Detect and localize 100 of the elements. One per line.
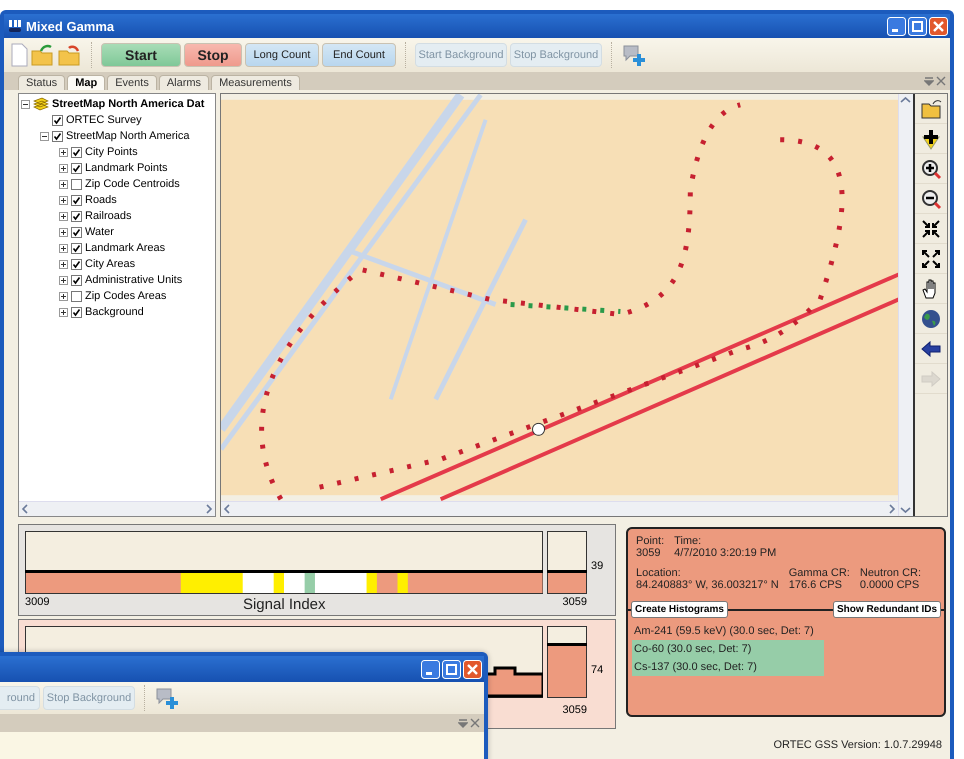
identification-item[interactable]: Co-60 (30.0 sec, Det: 7) [632,640,824,658]
app-icon [8,19,22,33]
expand-icon[interactable] [59,244,68,252]
layer-label[interactable]: StreetMap North America Dat [52,98,204,110]
layer-label[interactable]: StreetMap North America [66,130,190,142]
checkbox[interactable] [71,162,82,174]
checkbox[interactable] [52,114,63,126]
expand-icon[interactable] [59,180,68,188]
zoom-in-icon[interactable] [920,158,942,180]
field-value: 84.240883° W, 36.003217° N [636,579,779,591]
layers-icon [33,97,49,111]
vertical-scrollbar[interactable] [898,94,913,516]
field-value: 176.6 CPS [788,579,843,591]
layer-label[interactable]: Administrative Units [85,274,182,286]
close-icon[interactable] [936,76,946,86]
layer-label[interactable]: ORTEC Survey [66,114,142,126]
checkbox[interactable] [71,210,82,222]
folder-icon[interactable] [920,98,942,120]
checkbox[interactable] [71,226,82,238]
expand-icon[interactable] [59,196,68,204]
layer-label[interactable]: Zip Codes Areas [85,290,166,302]
close-button[interactable] [463,660,482,678]
layer-label[interactable]: City Points [85,146,138,158]
layer-label[interactable]: Background [85,306,144,318]
tab[interactable]: Events [107,75,157,90]
field-value: 0.0000 CPS [860,579,920,591]
layer-label[interactable]: City Areas [85,258,136,270]
panel-button[interactable]: Show Redundant IDs [833,601,941,618]
panel-button[interactable]: Create Histograms [631,601,728,618]
close-button[interactable] [929,16,948,36]
field-label: Neutron CR: [860,567,922,579]
checkbox[interactable] [71,258,82,270]
axis-label: 3059 [562,595,587,608]
layer-label[interactable]: Water [85,226,114,238]
collapse-icon[interactable] [40,132,49,140]
field-label: Point: [636,535,664,547]
field-value: 4/7/2010 3:20:19 PM [674,547,776,559]
outward-arrows-icon[interactable] [920,248,942,270]
expand-icon[interactable] [59,260,68,268]
identification-item[interactable]: Am-241 (59.5 keV) (30.0 sec, Det: 7) [632,622,824,640]
expand-icon[interactable] [59,164,68,172]
field-label: Location: [636,567,682,579]
toolbar-button[interactable]: Start [101,43,181,67]
horizontal-scrollbar[interactable] [19,501,215,516]
minimize-button[interactable] [421,660,440,678]
globe-icon[interactable] [920,308,942,330]
checkbox[interactable] [71,290,82,302]
close-icon[interactable] [470,718,480,728]
layer-label[interactable]: Zip Code Centroids [85,178,180,190]
maximize-button[interactable] [442,660,461,678]
field-value: 3059 [636,547,662,559]
minimize-button[interactable] [887,16,906,36]
expand-icon[interactable] [59,228,68,236]
checkbox[interactable] [71,146,82,158]
horizontal-scrollbar[interactable] [221,501,898,516]
dropdown-icon[interactable] [458,718,468,728]
identification-item[interactable]: Cs-137 (30.0 sec, Det: 7) [632,658,824,676]
checkbox[interactable] [52,130,63,142]
expand-icon[interactable] [59,308,68,316]
checkbox[interactable] [71,194,82,206]
version-text: ORTEC GSS Version: 1.0.7.29948 [773,739,942,753]
axis-title: Signal Index [242,596,326,613]
add-layer-icon[interactable] [920,128,942,150]
dropdown-icon[interactable] [924,76,934,86]
toolbar-button[interactable]: End Count [322,43,396,67]
histogram-level-drawing [547,626,587,698]
window-title: Mixed Gamma [26,18,116,34]
collapse-icon[interactable] [21,100,30,108]
open-folder-icon[interactable] [31,43,55,67]
layer-label[interactable]: Railroads [85,210,132,222]
checkbox[interactable] [71,178,82,190]
zoom-out-icon[interactable] [920,188,942,210]
folder-undo-icon[interactable] [58,43,82,67]
field-label: Time: [674,535,702,547]
toolbar-button[interactable]: Long Count [245,43,319,67]
maximize-button[interactable] [908,16,927,36]
signal-level-drawing [547,531,587,594]
inward-arrows-icon[interactable] [920,218,942,240]
checkbox[interactable] [71,274,82,286]
tab[interactable]: Map [67,75,106,90]
histogram-value: 74 [591,664,604,676]
layer-label[interactable]: Landmark Areas [85,242,166,254]
tab[interactable]: Status [18,75,66,90]
checkbox[interactable] [71,242,82,254]
expand-icon[interactable] [59,212,68,220]
axis-label: 3009 [25,596,50,608]
expand-icon[interactable] [59,148,68,156]
layer-label[interactable]: Landmark Points [85,162,168,174]
tab[interactable]: Measurements [211,75,300,90]
expand-icon[interactable] [59,276,68,284]
speech-bubble-plus-icon[interactable] [621,43,647,67]
checkbox[interactable] [71,306,82,318]
signal-value: 39 [591,560,604,572]
tab[interactable]: Alarms [158,75,210,90]
speech-bubble-plus-icon[interactable] [154,686,180,710]
layer-label[interactable]: Roads [85,194,117,206]
axis-label: 3059 [562,703,587,716]
expand-icon[interactable] [59,292,68,300]
field-label: Gamma CR: [788,567,850,579]
toolbar-button[interactable]: Stop [184,43,242,67]
